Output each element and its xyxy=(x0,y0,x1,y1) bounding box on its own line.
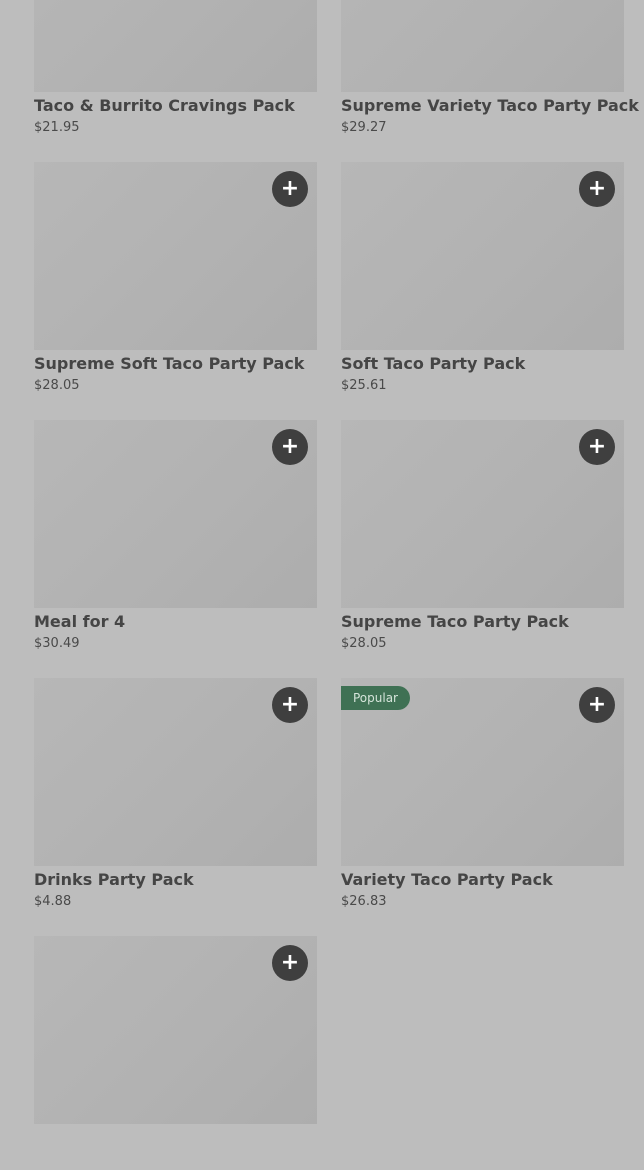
product-image[interactable] xyxy=(341,0,624,92)
add-to-cart-button[interactable]: + xyxy=(272,171,308,207)
plus-icon: + xyxy=(280,176,300,201)
product-image[interactable]: Popular + xyxy=(341,678,624,866)
product-price: $25.61 xyxy=(341,378,387,393)
product-card-supreme-soft-taco-party-pack[interactable]: + Supreme Soft Taco Party Pack $28.05 xyxy=(34,162,317,396)
product-price: $28.05 xyxy=(341,636,387,651)
product-price: $4.88 xyxy=(34,894,72,909)
product-card-variety-taco-party-pack[interactable]: Popular + Variety Taco Party Pack $26.83 xyxy=(341,678,624,912)
product-name[interactable]: Supreme Taco Party Pack xyxy=(341,611,624,633)
add-to-cart-button[interactable]: + xyxy=(272,687,308,723)
product-image[interactable]: + xyxy=(341,162,624,350)
product-image[interactable]: + xyxy=(341,420,624,608)
product-name[interactable]: Taco & Burrito Cravings Pack xyxy=(34,95,317,117)
product-price: $30.49 xyxy=(34,636,80,651)
product-price: $21.95 xyxy=(34,120,80,135)
product-card-soft-taco-party-pack[interactable]: + Soft Taco Party Pack $25.61 xyxy=(341,162,624,396)
add-to-cart-button[interactable]: + xyxy=(579,687,615,723)
product-image[interactable]: + xyxy=(34,936,317,1124)
popular-badge: Popular xyxy=(341,686,410,710)
product-name[interactable]: Supreme Soft Taco Party Pack xyxy=(34,353,317,375)
product-card-supreme-taco-party-pack[interactable]: + Supreme Taco Party Pack $28.05 xyxy=(341,420,624,654)
product-image[interactable]: + xyxy=(34,678,317,866)
product-image[interactable]: + xyxy=(34,420,317,608)
plus-icon: + xyxy=(280,692,300,717)
plus-icon: + xyxy=(280,950,300,975)
product-price: $26.83 xyxy=(341,894,387,909)
product-grid: Taco & Burrito Cravings Pack $21.95 Supr… xyxy=(34,0,639,1170)
product-card-partial[interactable]: + xyxy=(34,936,317,1170)
product-image[interactable]: + xyxy=(34,162,317,350)
plus-icon: + xyxy=(587,434,607,459)
product-card-drinks-party-pack[interactable]: + Drinks Party Pack $4.88 xyxy=(34,678,317,912)
product-name[interactable]: Meal for 4 xyxy=(34,611,317,633)
product-card-meal-for-4[interactable]: + Meal for 4 $30.49 xyxy=(34,420,317,654)
plus-icon: + xyxy=(280,434,300,459)
product-card-taco-burrito-cravings-pack[interactable]: Taco & Burrito Cravings Pack $21.95 xyxy=(34,0,317,138)
plus-icon: + xyxy=(587,692,607,717)
add-to-cart-button[interactable]: + xyxy=(579,429,615,465)
add-to-cart-button[interactable]: + xyxy=(579,171,615,207)
add-to-cart-button[interactable]: + xyxy=(272,429,308,465)
product-name[interactable]: Drinks Party Pack xyxy=(34,869,317,891)
product-card-supreme-variety-taco-party-pack[interactable]: Supreme Variety Taco Party Pack $29.27 xyxy=(341,0,639,138)
product-name[interactable]: Supreme Variety Taco Party Pack xyxy=(341,95,639,117)
plus-icon: + xyxy=(587,176,607,201)
product-name[interactable]: Soft Taco Party Pack xyxy=(341,353,624,375)
product-price: $28.05 xyxy=(34,378,80,393)
add-to-cart-button[interactable]: + xyxy=(272,945,308,981)
product-price: $29.27 xyxy=(341,120,387,135)
product-name[interactable]: Variety Taco Party Pack xyxy=(341,869,624,891)
product-image[interactable] xyxy=(34,0,317,92)
